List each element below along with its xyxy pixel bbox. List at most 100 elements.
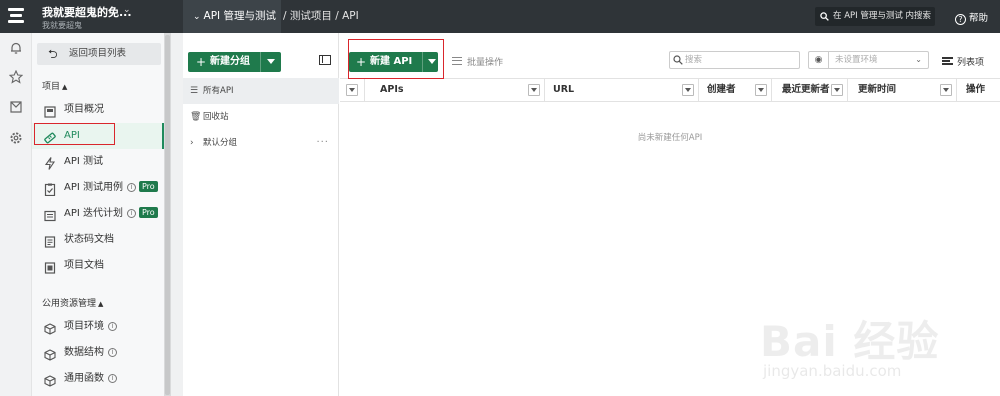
caret-down-icon[interactable] xyxy=(267,59,275,64)
sidebar-item-status-doc[interactable]: 状态码文档 xyxy=(32,227,164,253)
search-icon xyxy=(673,55,683,65)
return-arrow-icon: ⮌ xyxy=(48,47,58,61)
inbox-icon[interactable] xyxy=(9,100,23,114)
column-filter-dropdown[interactable] xyxy=(940,84,952,96)
scrollbar-thumb[interactable] xyxy=(165,35,170,395)
watermark-logo-text: Bai 经验 xyxy=(760,317,940,366)
sidebar-item-label: 通用函数 xyxy=(64,373,104,384)
group-panel: + 新建分组 ☰ 所有API 🗑 回收站 › 默认分组 ··· xyxy=(183,33,339,396)
column-separator xyxy=(544,79,545,101)
sidebar-item-label: 项目文档 xyxy=(64,260,104,271)
lightning-icon xyxy=(44,155,56,170)
search-placeholder: 搜索 xyxy=(685,55,703,65)
star-icon[interactable] xyxy=(8,69,24,84)
new-group-button[interactable]: + 新建分组 xyxy=(188,52,281,72)
sidebar-item-api-testcase[interactable]: API 测试用例 i Pro xyxy=(32,175,164,201)
trash-icon: 🗑 xyxy=(190,112,202,122)
column-filter-dropdown[interactable] xyxy=(831,84,843,96)
column-filter-dropdown[interactable] xyxy=(528,84,540,96)
info-icon[interactable]: i xyxy=(127,209,136,218)
doc-icon xyxy=(44,233,56,248)
column-filter-dropdown[interactable] xyxy=(755,84,767,96)
overview-icon xyxy=(44,103,56,118)
pro-badge: Pro xyxy=(139,181,158,192)
list-icon: ☰ xyxy=(190,86,199,96)
section-project-label: 项目 xyxy=(42,82,61,92)
project-subtitle: 我就要超鬼 xyxy=(42,21,82,30)
group-default[interactable]: › 默认分组 ··· xyxy=(183,130,339,156)
chevron-down-icon[interactable]: ⌄ xyxy=(123,5,131,15)
sidebar-item-label: 状态码文档 xyxy=(64,234,114,245)
api-search-input[interactable]: 搜索 xyxy=(669,51,800,69)
sidebar-item-label: API 迭代计划 xyxy=(64,208,123,219)
project-title[interactable]: 我就要超鬼的免... xyxy=(42,4,132,20)
question-icon: ? xyxy=(955,14,966,25)
top-bar: 我就要超鬼的免... ⌄ 我就要超鬼 ⌄ API 管理与测试 / 测试项目 / A… xyxy=(0,0,1000,33)
sidebar-item-project-env[interactable]: 项目环境 i xyxy=(32,314,164,340)
group-all-api[interactable]: ☰ 所有API xyxy=(183,78,339,104)
module-label: API 管理与测试 xyxy=(203,10,276,22)
section-shared-toggle[interactable]: 公用资源管理 ▲ xyxy=(42,296,103,309)
group-label: 所有API xyxy=(203,86,234,96)
environment-select[interactable]: ◉ 未设置环境 ⌄ xyxy=(808,51,929,69)
batch-icon xyxy=(452,57,462,65)
info-icon[interactable]: i xyxy=(108,322,117,331)
info-icon[interactable]: i xyxy=(108,348,117,357)
chevron-right-icon[interactable]: › xyxy=(190,130,194,156)
project-sidebar: ⮌ 返回项目列表 项目 ▲ 项目概况 API API 测试 API 测试用例 i Pro… xyxy=(32,33,164,396)
section-project-toggle[interactable]: 项目 ▲ xyxy=(42,79,67,92)
column-separator xyxy=(771,79,772,101)
group-label: 默认分组 xyxy=(203,138,238,148)
highlight-box-new-api xyxy=(348,39,444,79)
chevron-down-icon: ⌄ xyxy=(193,12,201,22)
caret-up-icon: ▲ xyxy=(62,83,68,91)
section-shared-label: 公用资源管理 xyxy=(42,299,97,309)
search-icon xyxy=(820,12,829,21)
breadcrumb[interactable]: / 测试项目 / API xyxy=(283,0,359,33)
info-icon[interactable]: i xyxy=(127,183,136,192)
sidebar-item-project-doc[interactable]: 项目文档 xyxy=(32,253,164,279)
sidebar-item-overview[interactable]: 项目概况 xyxy=(32,97,164,123)
sidebar-item-data-structure[interactable]: 数据结构 i xyxy=(32,340,164,366)
sidebar-item-label: API 测试用例 xyxy=(64,182,123,193)
module-switcher[interactable]: ⌄ API 管理与测试 xyxy=(183,0,281,33)
panel-toggle-icon[interactable] xyxy=(319,55,331,65)
batch-label: 批量操作 xyxy=(467,58,504,68)
list-view-label: 列表项 xyxy=(957,58,985,68)
list-view-toggle[interactable]: 列表项 xyxy=(942,55,984,68)
sidebar-item-api-plan[interactable]: API 迭代计划 i Pro xyxy=(32,201,164,227)
sidebar-item-common-functions[interactable]: 通用函数 i xyxy=(32,366,164,392)
global-search-input[interactable]: 在 API 管理与测试 内搜索 xyxy=(815,7,935,26)
chevron-down-icon: ⌄ xyxy=(915,55,922,64)
pro-badge: Pro xyxy=(139,207,158,218)
info-icon[interactable]: i xyxy=(108,374,117,383)
project-doc-icon xyxy=(44,259,56,274)
app-logo-icon[interactable] xyxy=(8,7,26,25)
column-header-creator[interactable]: 创建者 xyxy=(707,79,736,101)
back-to-projects-button[interactable]: ⮌ 返回项目列表 xyxy=(37,43,161,65)
column-header-updated-time[interactable]: 更新时间 xyxy=(858,79,896,101)
bell-icon[interactable] xyxy=(9,41,23,55)
back-label: 返回项目列表 xyxy=(69,48,127,59)
help-label: 帮助 xyxy=(969,13,989,24)
column-separator xyxy=(698,79,699,101)
global-search-placeholder: 在 API 管理与测试 内搜索 xyxy=(833,11,932,21)
select-all-dropdown[interactable] xyxy=(346,84,358,96)
cube-icon xyxy=(44,346,56,361)
environment-placeholder: 未设置环境 xyxy=(835,55,878,65)
sidebar-scrollbar[interactable] xyxy=(164,33,171,396)
help-button[interactable]: ? 帮助 xyxy=(955,10,988,25)
batch-operation-button[interactable]: 批量操作 xyxy=(452,55,503,68)
highlight-box-api xyxy=(34,123,115,145)
baidu-watermark: Bai 经验 jingyan.baidu.com xyxy=(760,290,965,390)
column-header-updater[interactable]: 最近更新者 xyxy=(782,79,830,101)
gear-icon[interactable] xyxy=(9,131,23,145)
group-recycle-bin[interactable]: 🗑 回收站 xyxy=(183,104,339,130)
sidebar-item-label: 项目环境 xyxy=(64,321,104,332)
caret-up-icon: ▲ xyxy=(98,300,104,308)
more-options-icon[interactable]: ··· xyxy=(316,130,329,156)
sidebar-item-api-test[interactable]: API 测试 xyxy=(32,149,164,175)
column-header-url[interactable]: URL xyxy=(553,79,574,101)
column-filter-dropdown[interactable] xyxy=(682,84,694,96)
column-header-apis[interactable]: APIs xyxy=(380,79,404,101)
